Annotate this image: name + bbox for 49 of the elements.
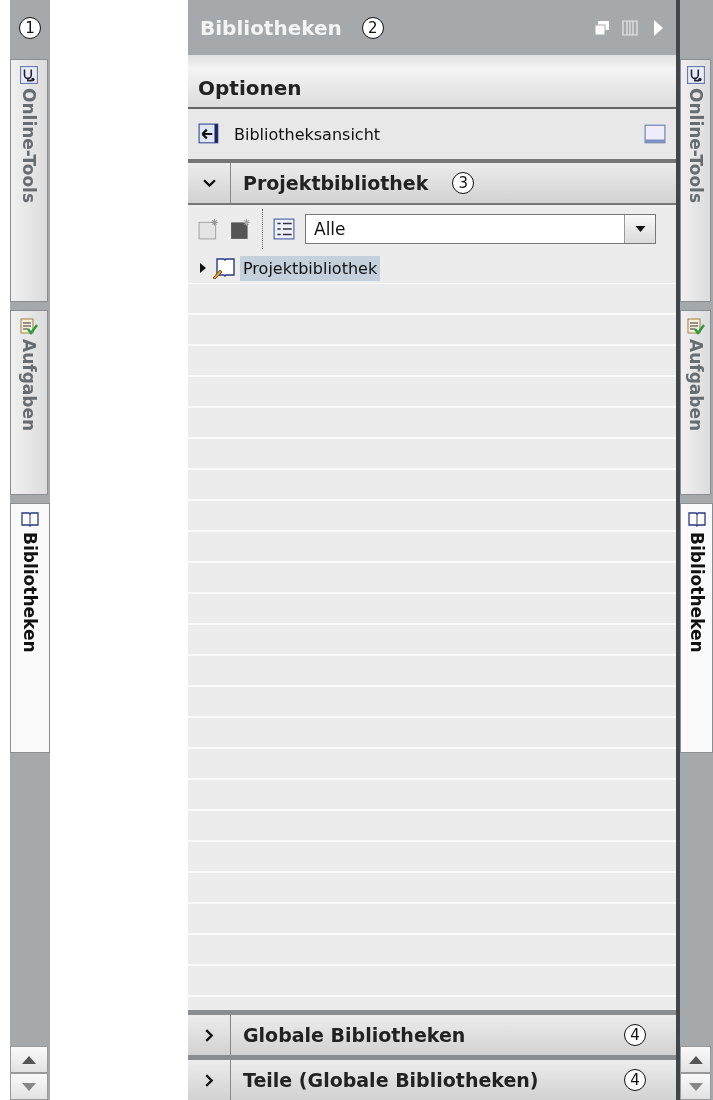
arrow-left-icon (198, 123, 220, 145)
clipboard-check-icon (686, 317, 705, 335)
library-view-button[interactable]: Bibliotheksansicht (198, 123, 381, 145)
clipboard-check-icon (20, 317, 38, 335)
scroll-down-button[interactable] (680, 1073, 711, 1100)
down-triangle-icon (22, 1082, 36, 1091)
side-tab[interactable]: Bibliotheken (680, 503, 713, 753)
callout-number: 4 (624, 1024, 646, 1046)
side-tab[interactable]: Bibliotheken (10, 503, 50, 753)
tree-item[interactable]: Projektbibliothek (240, 255, 381, 281)
float-window-icon[interactable] (594, 19, 610, 36)
section-header[interactable]: Globale Bibliotheken 4 (188, 1010, 676, 1055)
down-triangle-icon (688, 1082, 703, 1091)
window-icon[interactable] (644, 124, 666, 144)
callout-number: 3 (452, 172, 475, 194)
chevron-right-icon (204, 1028, 214, 1042)
side-tab[interactable]: Aufgaben (10, 310, 48, 495)
section-title: Projektbibliothek (243, 172, 429, 194)
section-title: Optionen (198, 76, 302, 100)
callout-number: 1 (19, 16, 41, 39)
side-tab[interactable]: Aufgaben (680, 310, 711, 495)
scroll-up-button[interactable] (10, 1046, 48, 1073)
side-tab[interactable]: Online-Tools (10, 59, 48, 302)
callout-number: 2 (361, 16, 384, 39)
up-triangle-icon (22, 1055, 36, 1064)
scroll-up-button[interactable] (680, 1046, 711, 1073)
stethoscope-icon (686, 66, 705, 84)
filter-dropdown[interactable]: Alle (305, 214, 656, 244)
open-book-icon (21, 510, 39, 528)
columns-icon[interactable] (622, 19, 638, 36)
expand-triangle-icon[interactable] (198, 263, 208, 273)
panel-title: Bibliotheken (200, 15, 342, 40)
callout-number: 4 (624, 1069, 646, 1091)
section-title: Teile (Globale Bibliotheken) (243, 1069, 539, 1091)
dropdown-arrow-icon (634, 226, 646, 232)
section-title: Globale Bibliotheken (243, 1024, 466, 1046)
section-header[interactable]: Teile (Globale Bibliotheken) 4 (188, 1055, 676, 1100)
side-tab[interactable]: Online-Tools (680, 59, 711, 302)
new-folder-icon[interactable] (230, 218, 252, 240)
new-library-icon[interactable] (198, 218, 220, 240)
stethoscope-icon (20, 66, 38, 84)
chevron-right-icon (204, 1073, 214, 1087)
open-book-icon (687, 510, 706, 528)
section-header[interactable]: Projektbibliothek 3 (188, 163, 676, 205)
list-icon[interactable] (273, 218, 295, 240)
up-triangle-icon (688, 1055, 703, 1064)
chevron-down-icon (202, 178, 216, 188)
book-pencil-icon (212, 257, 236, 279)
scroll-down-button[interactable] (10, 1073, 48, 1100)
